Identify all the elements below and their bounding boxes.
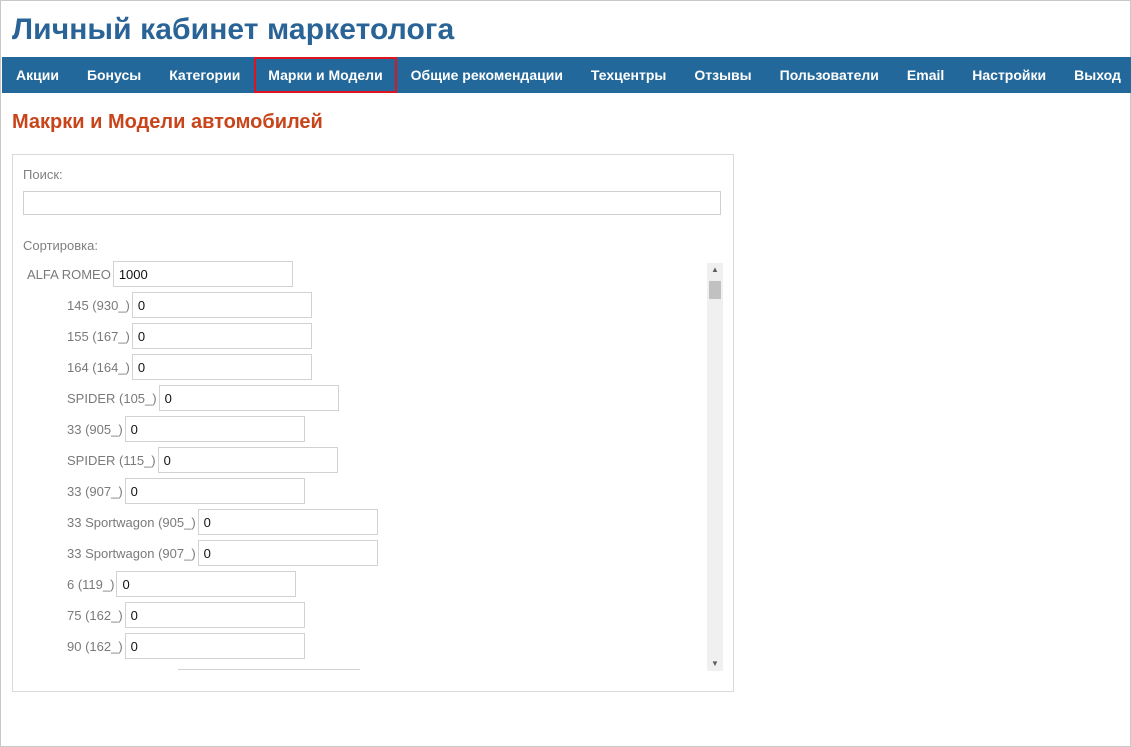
model-sort-input[interactable] [124, 633, 305, 659]
model-sort-input[interactable] [158, 385, 339, 411]
search-input[interactable] [23, 191, 721, 215]
page-heading: Макрки и Модели автомобилей [12, 111, 323, 133]
model-sort-input[interactable] [124, 602, 305, 628]
list-scrollbar[interactable]: ▲ ▼ [707, 263, 723, 671]
model-name: 33 Sportwagon (907_) [67, 545, 196, 561]
model-sort-input[interactable] [124, 478, 305, 504]
model-name: 33 Sportwagon (905_) [67, 514, 196, 530]
model-name: 75 (162_) [67, 607, 123, 623]
model-sort-input[interactable] [131, 323, 312, 349]
model-row: 90 (162_) [67, 633, 305, 659]
sort-panel: Поиск: Сортировка: ALFA ROMEO 145 (930_)… [12, 154, 734, 692]
nav-item-obshchie-rekomendacii[interactable]: Общие рекомендации [397, 57, 577, 93]
model-name: 155 (167_) [67, 328, 130, 344]
sort-list: ALFA ROMEO 145 (930_) 155 (167_) 164 (16… [23, 261, 723, 671]
nav-item-marki-i-modeli[interactable]: Марки и Модели [254, 57, 397, 93]
model-name: SPIDER (115_) [67, 452, 156, 468]
nav-item-vykhod[interactable]: Выход [1060, 57, 1131, 93]
nav-item-email[interactable]: Email [893, 57, 958, 93]
nav-item-bonusy[interactable]: Бонусы [73, 57, 155, 93]
brand-sort-input[interactable] [112, 261, 293, 287]
sort-label: Сортировка: [23, 238, 98, 253]
model-sort-input[interactable] [124, 416, 305, 442]
model-row: 75 (162_) [67, 602, 305, 628]
model-row: 145 (930_) [67, 292, 312, 318]
model-name: 33 (905_) [67, 421, 123, 437]
nav-item-tekhcentry[interactable]: Техцентры [577, 57, 680, 93]
model-name: 164 (164_) [67, 359, 130, 375]
model-row: 33 (907_) [67, 478, 305, 504]
model-row: 33 (905_) [67, 416, 305, 442]
model-sort-input[interactable] [157, 447, 338, 473]
model-sort-input[interactable] [197, 540, 378, 566]
model-name: 33 (907_) [67, 483, 123, 499]
scroll-up-icon[interactable]: ▲ [707, 263, 723, 277]
model-row: 33 Sportwagon (907_) [67, 540, 378, 566]
page-frame: Личный кабинет маркетолога Акции Бонусы … [0, 0, 1131, 747]
model-sort-input[interactable] [131, 292, 312, 318]
model-name: 90 (162_) [67, 638, 123, 654]
next-row-edge [178, 669, 360, 670]
nav-item-otzyvy[interactable]: Отзывы [680, 57, 765, 93]
nav-item-akcii[interactable]: Акции [2, 57, 73, 93]
model-name: 145 (930_) [67, 297, 130, 313]
model-sort-input[interactable] [131, 354, 312, 380]
nav-item-nastroyki[interactable]: Настройки [958, 57, 1060, 93]
main-navbar: Акции Бонусы Категории Марки и Модели Об… [2, 57, 1131, 93]
nav-item-kategorii[interactable]: Категории [155, 57, 254, 93]
scroll-down-icon[interactable]: ▼ [707, 657, 723, 671]
model-row: SPIDER (115_) [67, 447, 338, 473]
model-sort-input[interactable] [116, 571, 297, 597]
model-name: SPIDER (105_) [67, 390, 157, 406]
brand-row: ALFA ROMEO [27, 261, 293, 287]
app-title: Личный кабинет маркетолога [12, 13, 455, 46]
model-sort-input[interactable] [197, 509, 378, 535]
model-row: 33 Sportwagon (905_) [67, 509, 378, 535]
model-row: 164 (164_) [67, 354, 312, 380]
model-row: 155 (167_) [67, 323, 312, 349]
brand-name: ALFA ROMEO [27, 266, 111, 282]
scroll-thumb[interactable] [709, 281, 721, 299]
search-label: Поиск: [23, 167, 63, 182]
nav-item-polzovateli[interactable]: Пользователи [766, 57, 893, 93]
model-row: 6 (119_) [67, 571, 297, 597]
model-name: 6 (119_) [67, 576, 115, 592]
model-row: SPIDER (105_) [67, 385, 339, 411]
